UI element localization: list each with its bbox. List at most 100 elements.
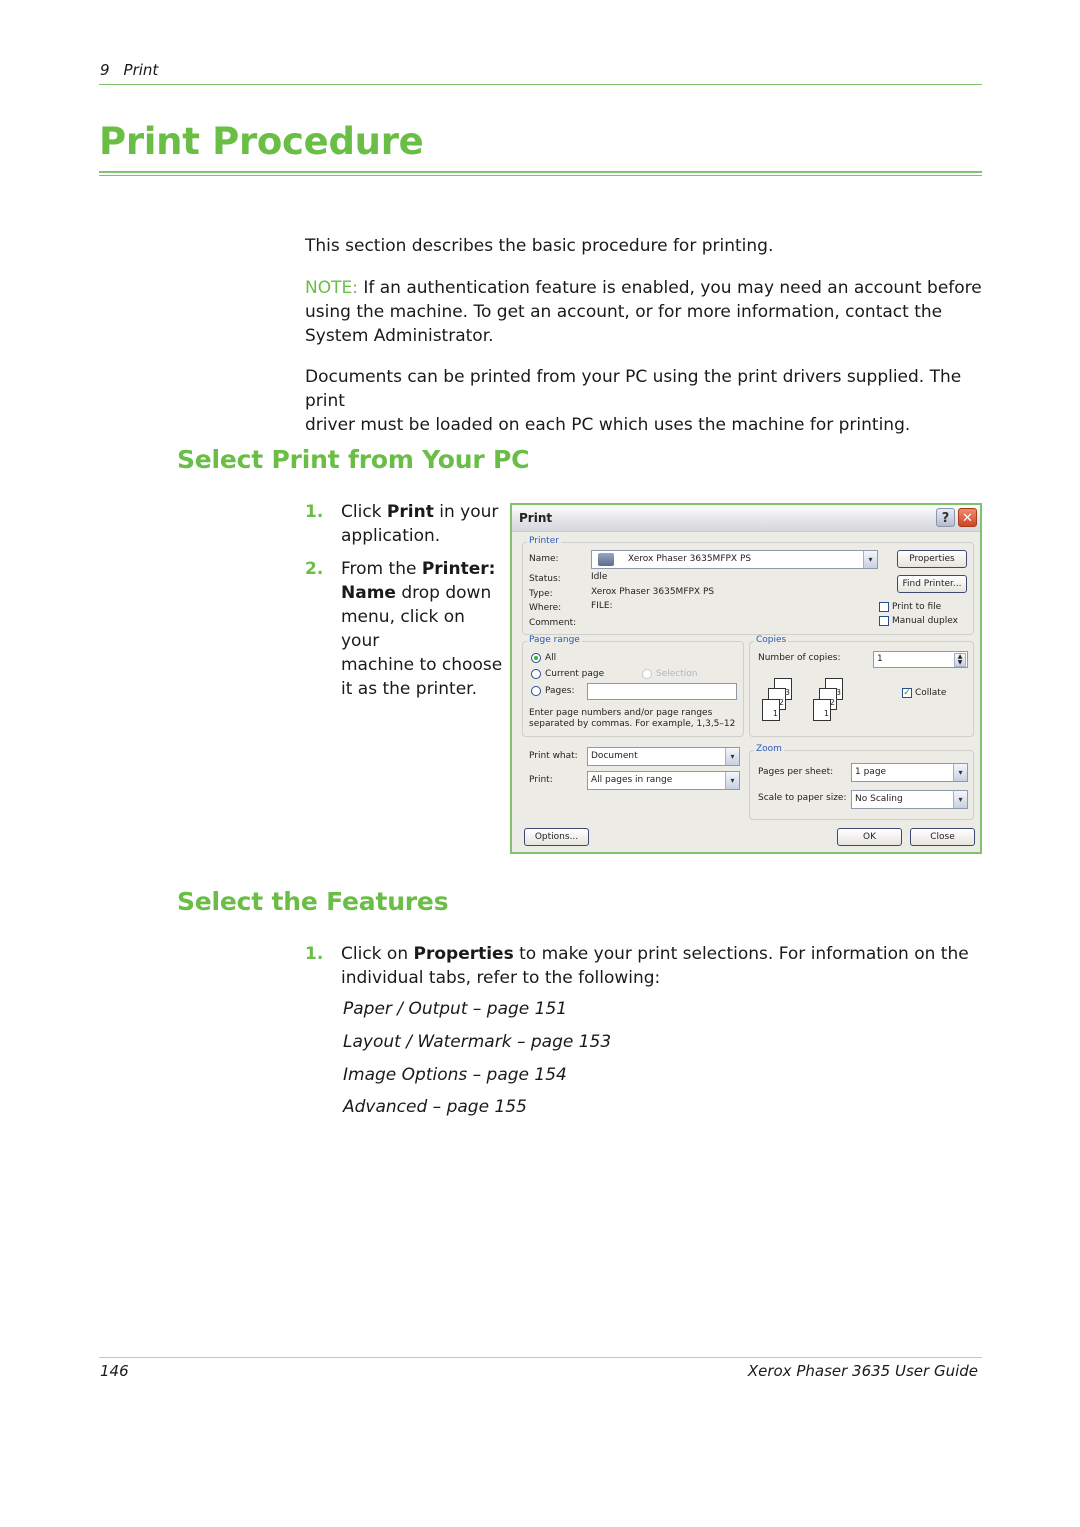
step-bold: Printer: — [421, 559, 496, 579]
step-text: Click — [341, 502, 387, 522]
comment-label: Comment: — [529, 618, 577, 628]
print-dropdown[interactable]: All pages in range ▾ — [587, 771, 740, 790]
where-label: Where: — [529, 603, 562, 613]
where-value: FILE: — [591, 601, 613, 611]
radio-current-page[interactable] — [531, 669, 541, 679]
step-list: 1. Click Print in your application. 2. F… — [305, 500, 505, 701]
step-number: 1. — [305, 944, 324, 964]
reference-link-paper-output[interactable]: Paper / Output – page 151 — [343, 999, 567, 1019]
note-block: NOTE: If an authentication feature is en… — [305, 276, 985, 348]
close-button[interactable]: Close — [910, 828, 975, 846]
print-what-label: Print what: — [529, 751, 578, 761]
note-text-1: If an authentication feature is enabled,… — [357, 278, 982, 298]
radio-pages-label: Pages: — [545, 686, 575, 696]
reference-link-image-options[interactable]: Image Options – page 154 — [343, 1065, 567, 1085]
scale-label: Scale to paper size: — [758, 793, 847, 803]
note-text-2: using the machine. To get an account, or… — [305, 302, 943, 322]
print-to-file-checkbox[interactable] — [879, 602, 889, 612]
step-text: From the — [341, 559, 422, 579]
reference-link-layout-watermark[interactable]: Layout / Watermark – page 153 — [343, 1032, 611, 1052]
collate-sheet-1: 1 — [762, 699, 780, 721]
step-number: 2. — [305, 559, 324, 579]
drivers-text-1: Documents can be printed from your PC us… — [305, 367, 962, 411]
pages-input[interactable] — [587, 683, 737, 700]
chevron-down-icon[interactable]: ▾ — [953, 791, 967, 808]
manual-duplex-checkbox[interactable] — [879, 616, 889, 626]
step-2: 2. From the Printer: Name drop down menu… — [305, 557, 505, 701]
chevron-down-icon[interactable]: ▾ — [863, 551, 877, 568]
dialog-title: Print — [519, 511, 553, 525]
features-step: 1. Click on Properties to make your prin… — [305, 942, 995, 990]
radio-all[interactable] — [531, 653, 541, 663]
drivers-text-2: driver must be loaded on each PC which u… — [305, 415, 911, 435]
header-rule — [99, 84, 982, 85]
scale-value: No Scaling — [855, 794, 903, 804]
printer-icon — [598, 553, 614, 566]
options-button[interactable]: Options... — [524, 828, 589, 846]
print-what-dropdown[interactable]: Document ▾ — [587, 747, 740, 766]
radio-all-label: All — [545, 653, 557, 663]
find-printer-button[interactable]: Find Printer... — [897, 575, 967, 593]
step-text: to make your print selections. For infor… — [513, 944, 969, 964]
step-text: machine to choose — [341, 655, 503, 675]
note-label: NOTE: — [305, 278, 358, 298]
status-value: Idle — [591, 572, 608, 582]
type-value: Xerox Phaser 3635MFPX PS — [591, 587, 715, 597]
features-step-1: 1. Click on Properties to make your prin… — [305, 942, 995, 990]
type-label: Type: — [529, 589, 553, 599]
pages-per-sheet-value: 1 page — [855, 767, 887, 777]
print-label: Print: — [529, 775, 553, 785]
running-header: 9 Print — [100, 61, 158, 79]
scale-dropdown[interactable]: No Scaling ▾ — [851, 790, 968, 809]
step-text: Click on — [341, 944, 414, 964]
chevron-down-icon[interactable]: ▾ — [725, 748, 739, 765]
chevron-down-icon[interactable]: ▾ — [725, 772, 739, 789]
page-number: 146 — [100, 1362, 129, 1380]
chapter-number: 9 — [100, 61, 110, 79]
footer-rule — [99, 1357, 982, 1358]
chevron-down-icon[interactable]: ▾ — [953, 764, 967, 781]
note-text-3: System Administrator. — [305, 326, 494, 346]
step-text: menu, click on your — [341, 607, 465, 651]
dialog-titlebar: Print ? ✕ — [512, 505, 980, 532]
section-heading-select-print: Select Print from Your PC — [177, 445, 530, 474]
zoom-group: Zoom — [749, 744, 974, 820]
ok-button[interactable]: OK — [837, 828, 902, 846]
step-number: 1. — [305, 502, 324, 522]
intro-paragraph: This section describes the basic procedu… — [305, 236, 774, 256]
step-text: drop down — [395, 583, 492, 603]
radio-selection — [642, 669, 652, 679]
print-dialog: Print ? ✕ Printer Name: Xerox Phaser 363… — [510, 503, 982, 854]
title-rule-bottom — [99, 175, 982, 176]
close-icon[interactable]: ✕ — [958, 508, 977, 527]
step-text: application. — [341, 526, 441, 546]
step-bold: Print — [386, 502, 434, 522]
reference-link-advanced[interactable]: Advanced – page 155 — [343, 1097, 527, 1117]
page-title: Print Procedure — [99, 120, 424, 163]
page-range-hint-2: separated by commas. For example, 1,3,5–… — [529, 719, 736, 729]
properties-button[interactable]: Properties — [897, 550, 967, 568]
step-text: it as the printer. — [341, 679, 478, 699]
print-what-value: Document — [591, 751, 638, 761]
page-range-legend: Page range — [527, 635, 582, 645]
printer-name-dropdown[interactable]: Xerox Phaser 3635MFPX PS ▾ — [591, 550, 878, 569]
printer-name-value: Xerox Phaser 3635MFPX PS — [628, 554, 752, 564]
number-of-copies-input[interactable]: 1 ▲ ▼ — [873, 651, 968, 668]
help-icon[interactable]: ? — [936, 508, 955, 527]
radio-current-page-label: Current page — [545, 669, 605, 679]
name-label: Name: — [529, 554, 559, 564]
step-text: in your — [433, 502, 499, 522]
step-text: individual tabs, refer to the following: — [341, 968, 661, 988]
copies-legend: Copies — [754, 635, 789, 645]
zoom-legend: Zoom — [754, 744, 784, 754]
page-range-hint-1: Enter page numbers and/or page ranges — [529, 708, 713, 718]
pages-per-sheet-label: Pages per sheet: — [758, 767, 834, 777]
section-heading-select-features: Select the Features — [177, 887, 449, 916]
pages-per-sheet-dropdown[interactable]: 1 page ▾ — [851, 763, 968, 782]
collate-checkbox[interactable]: ✓ — [902, 688, 912, 698]
printer-group-legend: Printer — [527, 536, 561, 546]
spinner-icon[interactable]: ▲ ▼ — [954, 653, 966, 667]
status-label: Status: — [529, 574, 561, 584]
radio-pages[interactable] — [531, 686, 541, 696]
step-bold: Name — [341, 583, 396, 603]
